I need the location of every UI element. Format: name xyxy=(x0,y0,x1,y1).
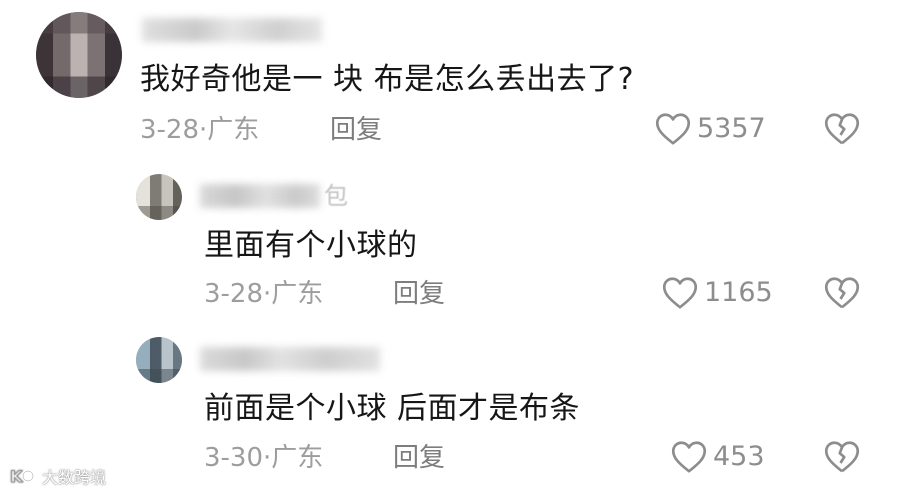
comment-date: 3-30 xyxy=(204,443,264,473)
like-count: 5357 xyxy=(697,113,766,144)
comment-meta: 3-28·广东 xyxy=(204,278,323,310)
broken-heart-icon xyxy=(824,276,860,310)
comment-meta: 3-28·广东 xyxy=(140,114,259,146)
comment-top-level: 我好奇他是一 块 布是怎么丢出去了? 3-28·广东 回复 5357 xyxy=(0,0,900,160)
comment-date: 3-28 xyxy=(140,115,200,145)
broken-heart-icon xyxy=(824,440,860,474)
username-suffix: 包 xyxy=(324,182,348,210)
like-button[interactable]: 1165 xyxy=(662,276,773,310)
like-count: 453 xyxy=(713,441,765,472)
dislike-button[interactable] xyxy=(824,440,860,474)
comment-meta: 3-30·广东 xyxy=(204,442,323,474)
comment-location: 广东 xyxy=(271,279,324,309)
comment-text: 前面是个小球 后面才是布条 xyxy=(204,391,581,426)
heart-outline-icon xyxy=(655,112,691,146)
comment-text: 里面有个小球的 xyxy=(204,228,418,263)
like-count: 1165 xyxy=(704,277,773,308)
comment-location: 广东 xyxy=(207,115,260,145)
watermark-text: 大数跨境 xyxy=(42,468,107,487)
watermark: K 大数跨境 xyxy=(8,464,106,488)
reply-button[interactable]: 回复 xyxy=(330,114,382,146)
avatar[interactable] xyxy=(136,174,182,220)
comment-date: 3-28 xyxy=(204,279,264,309)
like-button[interactable]: 453 xyxy=(671,440,765,474)
reply-button[interactable]: 回复 xyxy=(393,442,445,474)
watermark-logo-icon: K xyxy=(8,465,38,487)
comment-reply: 前面是个小球 后面才是布条 3-30·广东 回复 453 xyxy=(0,325,900,494)
reply-button[interactable]: 回复 xyxy=(393,278,445,310)
username[interactable]: 包 xyxy=(200,182,348,210)
svg-text:K: K xyxy=(10,467,23,486)
dislike-button[interactable] xyxy=(824,276,860,310)
dislike-button[interactable] xyxy=(824,112,860,146)
comment-text: 我好奇他是一 块 布是怎么丢出去了? xyxy=(140,62,634,97)
heart-outline-icon xyxy=(671,440,707,474)
avatar[interactable] xyxy=(136,337,182,383)
comment-reply: 包 里面有个小球的 3-28·广东 回复 1165 xyxy=(0,160,900,320)
heart-outline-icon xyxy=(662,276,698,310)
comment-thread: 我好奇他是一 块 布是怎么丢出去了? 3-28·广东 回复 5357 包 里面有… xyxy=(0,0,900,494)
comment-location: 广东 xyxy=(271,443,324,473)
avatar[interactable] xyxy=(36,12,122,98)
username[interactable] xyxy=(142,16,326,44)
username[interactable] xyxy=(200,345,384,373)
broken-heart-icon xyxy=(824,112,860,146)
like-button[interactable]: 5357 xyxy=(655,112,766,146)
